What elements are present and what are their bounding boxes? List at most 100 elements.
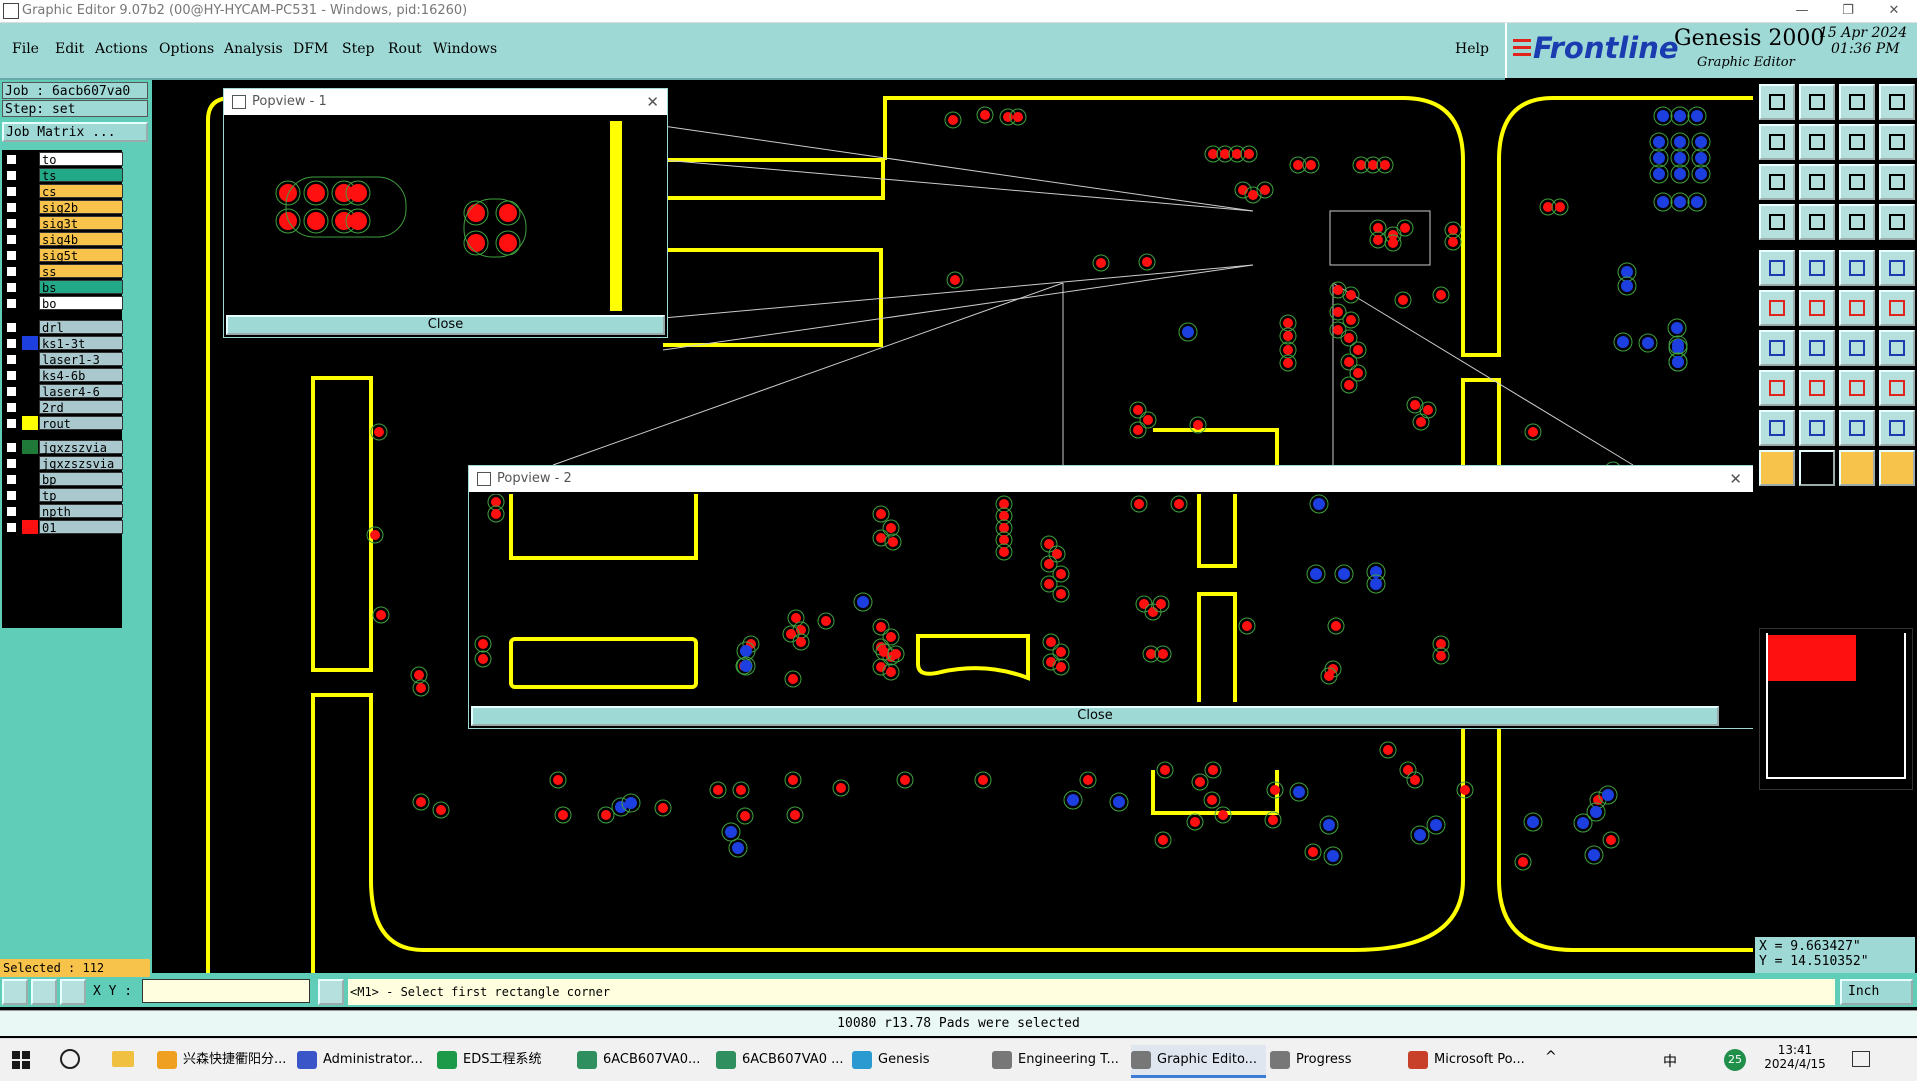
edit-tool-button-17[interactable] — [1759, 250, 1795, 286]
layer-color-swatch[interactable] — [22, 368, 38, 382]
edit-tool-button-26[interactable] — [1799, 330, 1835, 366]
layer-color-swatch[interactable] — [22, 280, 38, 294]
view-tool-button-16[interactable] — [1879, 204, 1915, 240]
layer-color-swatch[interactable] — [22, 384, 38, 398]
edit-tool-button-33[interactable] — [1759, 410, 1795, 446]
taskbar-item[interactable]: Microsoft Po... — [1408, 1045, 1543, 1075]
view-tool-button-4[interactable] — [1879, 84, 1915, 120]
layer-checkbox[interactable] — [6, 186, 17, 197]
layer-name[interactable]: ss — [39, 264, 123, 279]
layer-name[interactable]: 01 — [39, 520, 123, 535]
layer-name[interactable]: bp — [39, 472, 123, 487]
layer-name[interactable]: drl — [39, 320, 123, 335]
view-tool-button-10[interactable] — [1799, 164, 1835, 200]
layer-color-swatch[interactable] — [22, 472, 38, 486]
measure-tool-button[interactable] — [31, 979, 57, 1005]
layer-row-jgxzszvia[interactable]: jgxzszvia — [4, 440, 123, 455]
layer-color-swatch[interactable] — [22, 168, 38, 182]
layer-checkbox[interactable] — [6, 298, 17, 309]
tray-chevron-icon[interactable]: ^ — [1545, 1049, 1557, 1065]
view-tool-button-8[interactable] — [1879, 124, 1915, 160]
layer-color-swatch[interactable] — [22, 200, 38, 214]
layer-color-swatch[interactable] — [22, 336, 38, 350]
layer-row-sig3t[interactable]: sig3t — [4, 216, 123, 231]
layer-checkbox[interactable] — [6, 154, 17, 165]
job-matrix-button[interactable]: Job Matrix ... — [2, 122, 148, 142]
layer-row-ts[interactable]: ts — [4, 168, 123, 183]
layer-checkbox[interactable] — [6, 282, 17, 293]
layer-row-bo[interactable]: bo — [4, 296, 123, 311]
layer-name[interactable]: sig4b — [39, 232, 123, 247]
layer-checkbox[interactable] — [6, 490, 17, 501]
layer-color-swatch[interactable] — [22, 416, 38, 430]
layer-name[interactable]: laser4-6 — [39, 384, 123, 399]
edit-tool-button-24[interactable] — [1879, 290, 1915, 326]
overview-map[interactable] — [1759, 628, 1913, 790]
layer-row-bp[interactable]: bp — [4, 472, 123, 487]
layer-color-swatch[interactable] — [22, 456, 38, 470]
menu-windows[interactable]: Windows — [433, 41, 497, 57]
layer-name[interactable]: sig3t — [39, 216, 123, 231]
layer-row-cs[interactable]: cs — [4, 184, 123, 199]
taskbar-item[interactable]: 6ACB607VA0... — [577, 1045, 712, 1075]
layer-row-sig2b[interactable]: sig2b — [4, 200, 123, 215]
edit-tool-button-34[interactable] — [1799, 410, 1835, 446]
clock[interactable]: 13:41 2024/4/15 — [1755, 1043, 1835, 1071]
layer-color-swatch[interactable] — [22, 248, 38, 262]
zoom-tool-button[interactable] — [2, 979, 28, 1005]
edit-tool-button-18[interactable] — [1799, 250, 1835, 286]
edit-tool-button-31[interactable] — [1839, 370, 1875, 406]
menu-actions[interactable]: Actions — [95, 41, 148, 57]
menu-help[interactable]: Help — [1455, 41, 1489, 57]
layer-checkbox[interactable] — [6, 418, 17, 429]
popview-2-close-icon[interactable]: ✕ — [1729, 466, 1742, 492]
menu-rout[interactable]: Rout — [388, 41, 422, 57]
layer-name[interactable]: ks4-6b — [39, 368, 123, 383]
ime-indicator[interactable]: 中 — [1663, 1051, 1677, 1071]
layer-checkbox[interactable] — [6, 234, 17, 245]
layer-checkbox[interactable] — [6, 266, 17, 277]
layer-checkbox[interactable] — [6, 218, 17, 229]
popview-1-close-button[interactable]: Close — [226, 315, 665, 335]
layer-color-swatch[interactable] — [22, 520, 38, 534]
select-tool-button-3[interactable] — [1839, 450, 1875, 486]
edit-tool-button-27[interactable] — [1839, 330, 1875, 366]
layer-row-npth[interactable]: npth — [4, 504, 123, 519]
view-tool-button-15[interactable] — [1839, 204, 1875, 240]
menu-file[interactable]: File — [12, 41, 39, 57]
layer-name[interactable]: sig2b — [39, 200, 123, 215]
view-tool-button-7[interactable] — [1839, 124, 1875, 160]
layer-checkbox[interactable] — [6, 322, 17, 333]
menu-analysis[interactable]: Analysis — [224, 41, 283, 57]
layer-checkbox[interactable] — [6, 522, 17, 533]
menu-dfm[interactable]: DFM — [293, 41, 328, 57]
edit-tool-button-22[interactable] — [1799, 290, 1835, 326]
taskbar-item[interactable]: 兴森快捷衢阳分... — [157, 1045, 292, 1075]
layer-checkbox[interactable] — [6, 250, 17, 261]
layer-name[interactable]: ts — [39, 168, 123, 183]
units-selector[interactable]: Inch — [1840, 979, 1913, 1005]
popview-2-titlebar[interactable]: Popview - 2 ✕ — [469, 466, 1753, 492]
layer-row-ks4-6b[interactable]: ks4-6b — [4, 368, 123, 383]
layer-checkbox[interactable] — [6, 402, 17, 413]
select-tool-button-1[interactable] — [1759, 450, 1795, 486]
layer-color-swatch[interactable] — [22, 264, 38, 278]
edit-tool-button-28[interactable] — [1879, 330, 1915, 366]
popview-2-close-button[interactable]: Close — [471, 706, 1719, 726]
layer-row-ss[interactable]: ss — [4, 264, 123, 279]
edit-tool-button-25[interactable] — [1759, 330, 1795, 366]
view-tool-button-1[interactable] — [1759, 84, 1795, 120]
layer-row-to[interactable]: to — [4, 152, 123, 167]
layer-name[interactable]: ks1-3t — [39, 336, 123, 351]
layer-checkbox[interactable] — [6, 338, 17, 349]
edit-tool-button-29[interactable] — [1759, 370, 1795, 406]
edit-tool-button-23[interactable] — [1839, 290, 1875, 326]
layer-color-swatch[interactable] — [22, 152, 38, 166]
layer-name[interactable]: laser1-3 — [39, 352, 123, 367]
layer-checkbox[interactable] — [6, 170, 17, 181]
layer-name[interactable]: rout — [39, 416, 123, 431]
layer-color-swatch[interactable] — [22, 400, 38, 414]
layer-row-ks1-3t[interactable]: ks1-3t — [4, 336, 123, 351]
layer-color-swatch[interactable] — [22, 352, 38, 366]
layer-name[interactable]: 2rd — [39, 400, 123, 415]
